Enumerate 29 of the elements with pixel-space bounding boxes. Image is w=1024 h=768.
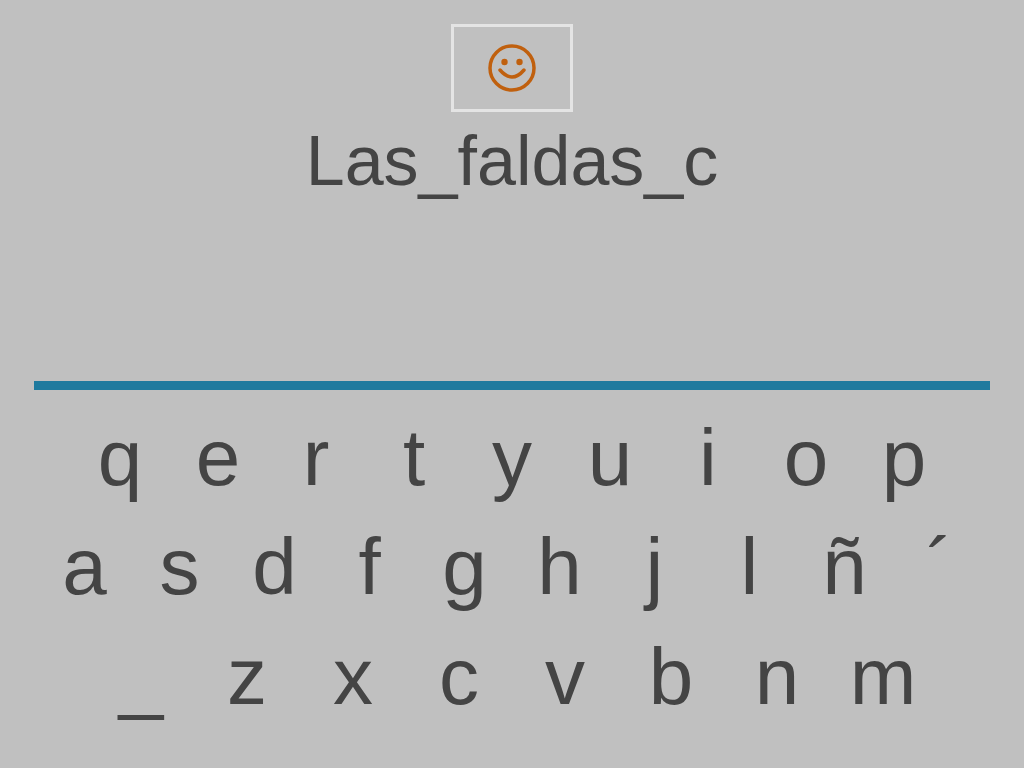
keyboard-key[interactable]: p	[855, 404, 953, 512]
keyboard-key[interactable]: z	[194, 622, 300, 732]
keyboard-key[interactable]: _	[88, 622, 194, 732]
keyboard-key[interactable]: m	[830, 622, 936, 732]
keyboard-key[interactable]: j	[607, 512, 702, 622]
keyboard-key[interactable]: r	[267, 404, 365, 512]
keyboard-key[interactable]: i	[659, 404, 757, 512]
keyboard-key[interactable]: x	[300, 622, 406, 732]
hint-button[interactable]	[451, 24, 573, 112]
keyboard-key[interactable]: a	[37, 512, 132, 622]
keyboard-key[interactable]: e	[169, 404, 267, 512]
keyboard-key[interactable]: u	[561, 404, 659, 512]
keyboard-key[interactable]: q	[71, 404, 169, 512]
keyboard-key[interactable]: h	[512, 512, 607, 622]
keyboard-key[interactable]: y	[463, 404, 561, 512]
keyboard-key[interactable]: ´	[892, 512, 987, 622]
keyboard-key[interactable]: f	[322, 512, 417, 622]
smiley-icon	[487, 43, 537, 93]
keyboard-key[interactable]: o	[757, 404, 855, 512]
keyboard-key[interactable]: l	[702, 512, 797, 622]
keyboard-key[interactable]: d	[227, 512, 322, 622]
keyboard-key[interactable]: c	[406, 622, 512, 732]
keyboard-key[interactable]: ñ	[797, 512, 892, 622]
keyboard-key[interactable]: t	[365, 404, 463, 512]
keyboard-key[interactable]: s	[132, 512, 227, 622]
keyboard-key[interactable]: g	[417, 512, 512, 622]
keyboard-key[interactable]: v	[512, 622, 618, 732]
keyboard-key[interactable]: n	[724, 622, 830, 732]
keyboard-key[interactable]: b	[618, 622, 724, 732]
